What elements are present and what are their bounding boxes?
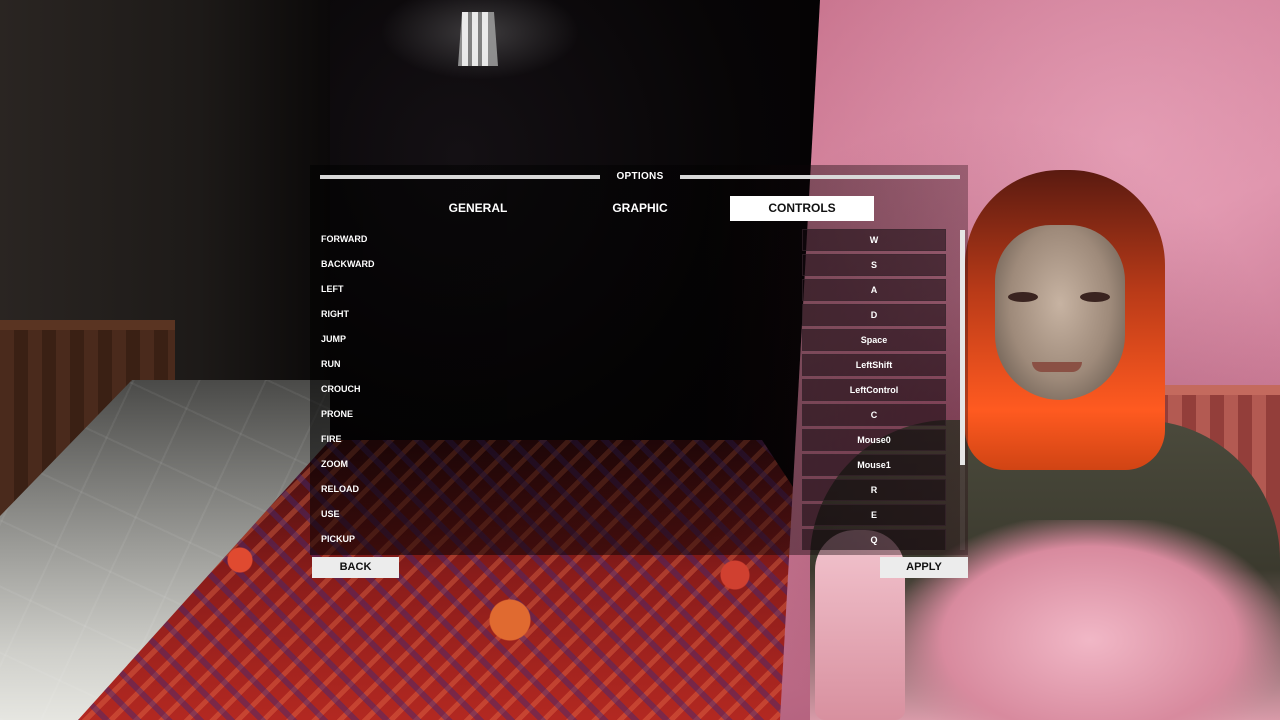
- key-binding-button[interactable]: LeftShift: [802, 354, 946, 376]
- back-button[interactable]: BACK: [312, 557, 399, 578]
- ceiling-light-fixture: [458, 12, 498, 66]
- scrollbar-thumb[interactable]: [960, 230, 965, 465]
- binding-row-forward: FORWARD W: [312, 228, 952, 253]
- key-binding-button[interactable]: S: [802, 254, 946, 276]
- key-binding-button[interactable]: A: [802, 279, 946, 301]
- action-label: RIGHT: [321, 309, 349, 319]
- key-binding-button[interactable]: C: [802, 404, 946, 426]
- key-binding-button[interactable]: D: [802, 304, 946, 326]
- character-right-eye: [1080, 292, 1110, 302]
- binding-row-pickup: PICKUP Q: [312, 528, 952, 550]
- binding-row-left: LEFT A: [312, 278, 952, 303]
- key-binding-button[interactable]: LeftControl: [802, 379, 946, 401]
- action-label: JUMP: [321, 334, 347, 344]
- binding-row-run: RUN LeftShift: [312, 353, 952, 378]
- action-label: RELOAD: [321, 484, 359, 494]
- character-mouth: [1032, 362, 1082, 372]
- key-binding-button[interactable]: Mouse1: [802, 454, 946, 476]
- options-title-bar: OPTIONS: [320, 170, 960, 184]
- tab-general[interactable]: GENERAL: [406, 196, 550, 221]
- action-label: ZOOM: [321, 459, 348, 469]
- key-binding-button[interactable]: Q: [802, 529, 946, 550]
- action-label: FIRE: [321, 434, 342, 444]
- tab-controls[interactable]: CONTROLS: [730, 196, 874, 221]
- action-label: FORWARD: [321, 234, 368, 244]
- action-label: LEFT: [321, 284, 344, 294]
- binding-row-jump: JUMP Space: [312, 328, 952, 353]
- title-divider-left: [320, 175, 600, 179]
- apply-button[interactable]: APPLY: [880, 557, 968, 578]
- binding-row-right: RIGHT D: [312, 303, 952, 328]
- key-bindings-list: FORWARD W BACKWARD S LEFT A RIGHT D JUMP…: [312, 228, 952, 550]
- title-divider-right: [680, 175, 960, 179]
- action-label: USE: [321, 509, 340, 519]
- action-label: PRONE: [321, 409, 354, 419]
- binding-row-backward: BACKWARD S: [312, 253, 952, 278]
- key-binding-button[interactable]: W: [802, 229, 946, 251]
- binding-row-reload: RELOAD R: [312, 478, 952, 503]
- binding-row-use: USE E: [312, 503, 952, 528]
- binding-row-crouch: CROUCH LeftControl: [312, 378, 952, 403]
- character-left-eye: [1008, 292, 1038, 302]
- key-binding-button[interactable]: Space: [802, 329, 946, 351]
- action-label: PICKUP: [321, 534, 356, 544]
- action-label: BACKWARD: [321, 259, 375, 269]
- bindings-scrollbar[interactable]: [960, 230, 965, 550]
- key-binding-button[interactable]: Mouse0: [802, 429, 946, 451]
- binding-row-prone: PRONE C: [312, 403, 952, 428]
- tab-graphic[interactable]: GRAPHIC: [568, 196, 712, 221]
- action-label: CROUCH: [321, 384, 361, 394]
- character-face: [995, 225, 1125, 400]
- options-title: OPTIONS: [616, 171, 664, 182]
- key-binding-button[interactable]: R: [802, 479, 946, 501]
- binding-row-fire: FIRE Mouse0: [312, 428, 952, 453]
- binding-row-zoom: ZOOM Mouse1: [312, 453, 952, 478]
- action-label: RUN: [321, 359, 341, 369]
- key-binding-button[interactable]: E: [802, 504, 946, 526]
